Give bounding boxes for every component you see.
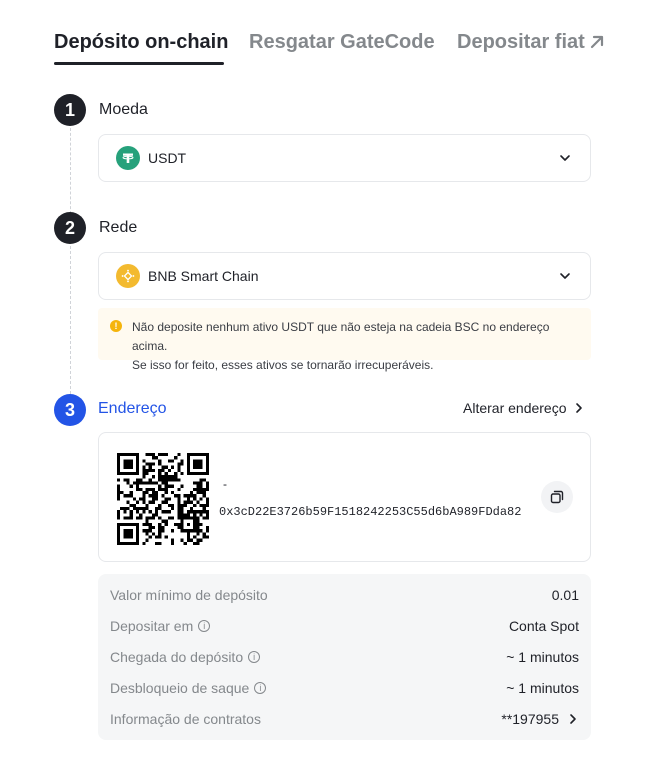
step-title-network: Rede bbox=[99, 219, 138, 236]
selected-network: BNB Smart Chain bbox=[148, 268, 259, 284]
tab-on-chain-deposit[interactable]: Depósito on-chain bbox=[54, 28, 228, 56]
info-label: Chegada do depósito i bbox=[110, 649, 261, 665]
step-connector bbox=[70, 128, 71, 214]
step-title-address: Endereço bbox=[98, 400, 167, 417]
chevron-right-icon bbox=[570, 714, 576, 724]
qr-code[interactable] bbox=[117, 453, 209, 545]
tab-label: Depositar fiat bbox=[457, 31, 585, 53]
tab-redeem-gatecode[interactable]: Resgatar GateCode bbox=[249, 28, 435, 56]
tab-label: Depósito on-chain bbox=[54, 31, 229, 53]
info-value: **197955 bbox=[501, 711, 579, 727]
deposit-address[interactable]: 0x3cD22E3726b59F1518242253C55d6bA989FDda… bbox=[219, 505, 521, 519]
copy-address-button[interactable] bbox=[541, 481, 573, 513]
warning-line-2: Se isso for feito, esses ativos se torna… bbox=[132, 358, 434, 372]
chevron-down-icon bbox=[560, 273, 570, 279]
info-label: Desbloqueio de saque i bbox=[110, 680, 267, 696]
info-value: ~ 1 minutos bbox=[506, 680, 579, 696]
info-value-text: ~ 1 minutos bbox=[506, 680, 579, 696]
info-value-text: **197955 bbox=[501, 711, 559, 727]
change-address-label: Alterar endereço bbox=[463, 400, 567, 416]
info-label-text: Valor mínimo de depósito bbox=[110, 587, 268, 603]
step-connector bbox=[70, 246, 71, 394]
chevron-right-icon bbox=[575, 403, 582, 413]
info-row-withdraw-unlock: Desbloqueio de saque i ~ 1 minutos bbox=[110, 678, 579, 698]
info-value: Conta Spot bbox=[509, 618, 579, 634]
info-value: 0.01 bbox=[552, 587, 579, 603]
info-label: Valor mínimo de depósito bbox=[110, 587, 268, 603]
change-address-link[interactable]: Alterar endereço bbox=[463, 400, 585, 416]
info-icon[interactable]: i bbox=[198, 620, 211, 632]
tether-icon bbox=[116, 146, 140, 170]
step-number: 2 bbox=[54, 212, 86, 244]
bnb-icon bbox=[116, 264, 140, 288]
coin-select[interactable]: USDT bbox=[98, 134, 591, 182]
copy-icon bbox=[550, 490, 564, 504]
address-memo: - bbox=[223, 477, 227, 491]
tab-label: Resgatar GateCode bbox=[249, 31, 435, 53]
info-value-text: Conta Spot bbox=[508, 618, 579, 634]
step-number: 1 bbox=[54, 94, 86, 126]
info-row-deposit-arrival: Chegada do depósito i ~ 1 minutos bbox=[110, 647, 579, 667]
tab-fiat-deposit[interactable]: Depositar fiat bbox=[457, 28, 605, 56]
info-icon[interactable]: i bbox=[254, 682, 267, 694]
info-label: Informação de contratos bbox=[110, 711, 261, 727]
info-label-text: Depositar em bbox=[110, 618, 194, 634]
info-icon[interactable]: i bbox=[248, 651, 261, 663]
info-value: ~ 1 minutos bbox=[506, 649, 579, 665]
warning-icon: ! bbox=[110, 320, 122, 332]
info-label-text: Chegada do depósito bbox=[110, 649, 244, 665]
info-label-text: Informação de contratos bbox=[110, 711, 261, 727]
network-select[interactable]: BNB Smart Chain bbox=[98, 252, 591, 300]
chevron-down-icon bbox=[560, 155, 570, 161]
deposit-info: Valor mínimo de depósito 0.01 Depositar … bbox=[98, 574, 591, 740]
address-card: - 0x3cD22E3726b59F1518242253C55d6bA989FD… bbox=[98, 432, 591, 562]
selected-coin: USDT bbox=[148, 150, 187, 166]
info-row-min-deposit: Valor mínimo de depósito 0.01 bbox=[110, 585, 579, 605]
info-label-text: Desbloqueio de saque bbox=[110, 680, 250, 696]
info-value-text: ~ 1 minutos bbox=[506, 649, 579, 665]
step-title-coin: Moeda bbox=[99, 101, 148, 118]
warning-line-1: Não deposite nenhum ativo USDT que não e… bbox=[132, 320, 550, 353]
external-arrow-icon bbox=[590, 35, 603, 49]
step-number: 3 bbox=[54, 394, 86, 426]
active-tab-indicator bbox=[54, 62, 224, 65]
info-value-text: 0.01 bbox=[551, 587, 579, 603]
network-warning: ! Não deposite nenhum ativo USDT que não… bbox=[98, 308, 591, 372]
info-row-contract[interactable]: Informação de contratos **197955 bbox=[110, 709, 579, 729]
info-row-deposit-to: Depositar em i Conta Spot bbox=[110, 616, 579, 636]
info-label: Depositar em i bbox=[110, 618, 211, 634]
